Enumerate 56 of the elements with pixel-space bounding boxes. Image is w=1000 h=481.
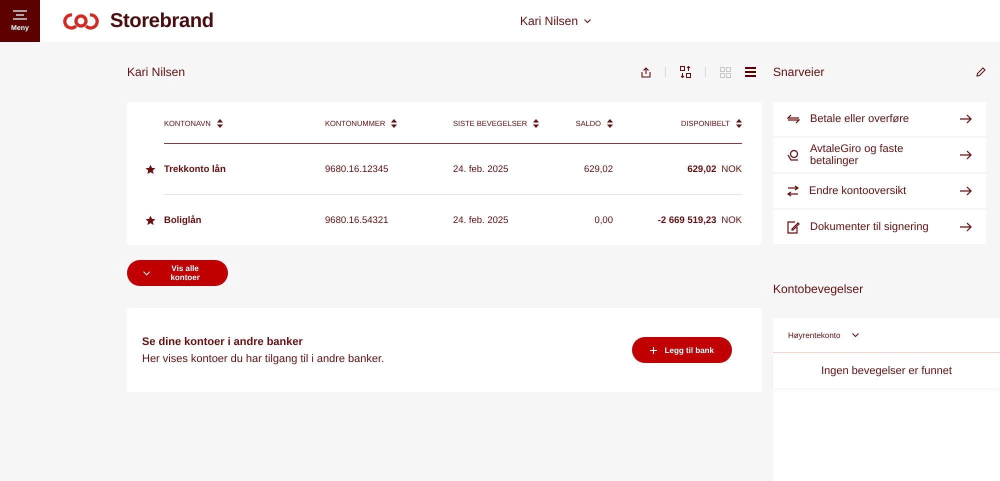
card-description: Her vises kontoer du har tilgang til i andre banker.	[142, 352, 384, 364]
sort-icon[interactable]	[736, 118, 742, 128]
add-bank-button[interactable]: Legg til bank	[632, 337, 732, 363]
logo-text: Storebrand	[110, 10, 214, 32]
plus-icon	[650, 346, 657, 354]
reorder-icon	[680, 66, 691, 78]
chevron-down-icon	[852, 333, 860, 337]
grid-icon	[720, 66, 731, 78]
chevron-down-icon	[584, 19, 592, 23]
account-number: 9680.16.12345	[325, 164, 390, 174]
hand-coin-icon	[787, 148, 800, 162]
available-amount: 629,02	[687, 164, 716, 174]
empty-message: Ingen bevegelser er funnet	[773, 353, 1000, 388]
logo-icon	[60, 12, 102, 30]
section-title: Kari Nilsen	[127, 65, 186, 79]
pencil-icon	[976, 67, 986, 77]
shortcut-link[interactable]: Dokumenter til signering	[773, 210, 986, 244]
shortcut-link[interactable]: Betale eller overføre	[773, 102, 986, 136]
account-name[interactable]: Boliglån	[164, 214, 325, 226]
list-icon	[745, 67, 756, 77]
section-title: Kontobevegelser	[773, 282, 864, 296]
section-title: Snarveier	[773, 65, 824, 79]
sort-icon[interactable]	[533, 118, 540, 128]
balance: 0,00	[594, 214, 613, 226]
available-amount: -2 669 519,23	[658, 214, 716, 226]
sort-icon[interactable]	[607, 118, 613, 128]
document-sign-icon	[787, 220, 800, 234]
star-icon[interactable]	[145, 214, 156, 226]
last-transaction-date: 24. feb. 2025	[453, 214, 510, 226]
shortcut-link[interactable]: AvtaleGiro og faste betalinger	[773, 138, 986, 172]
last-transaction-date: 24. feb. 2025	[453, 164, 510, 174]
star-icon[interactable]	[145, 164, 156, 174]
swap-icon	[787, 185, 799, 197]
account-name[interactable]: Trekkonto lån	[164, 164, 325, 174]
arrow-right-icon	[960, 114, 972, 124]
show-all-accounts-button[interactable]: Vis alle kontoer	[127, 260, 228, 286]
arrow-right-icon	[960, 186, 972, 196]
list-view-button[interactable]	[745, 67, 756, 77]
currency: NOK	[721, 164, 742, 174]
share-icon	[641, 66, 651, 78]
transfer-icon	[787, 114, 800, 124]
sort-icon[interactable]	[216, 118, 223, 128]
user-menu[interactable]: Kari Nilsen	[520, 14, 592, 28]
chevron-down-icon	[143, 270, 150, 276]
edit-button[interactable]	[976, 67, 986, 77]
menu-icon	[13, 10, 27, 20]
arrow-right-icon	[960, 222, 972, 232]
sort-button[interactable]	[680, 66, 691, 78]
sort-icon[interactable]	[391, 118, 398, 128]
card-title: Se dine kontoer i andre banker	[142, 336, 304, 348]
currency: NOK	[721, 214, 742, 226]
account-number: 9680.16.54321	[325, 214, 390, 226]
arrow-right-icon	[960, 150, 972, 160]
balance: 629,02	[582, 164, 613, 174]
shortcut-link[interactable]: Endre kontooversikt	[773, 174, 986, 208]
share-button[interactable]	[641, 66, 651, 78]
